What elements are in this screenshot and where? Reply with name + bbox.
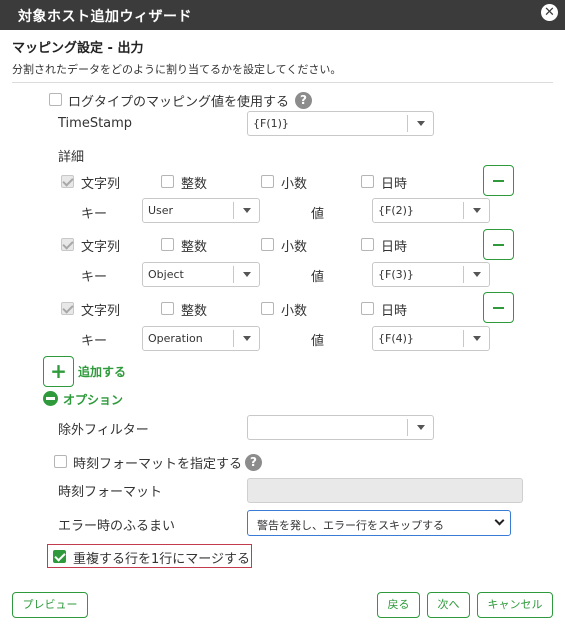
row2-decimal-label: 小数: [281, 240, 308, 255]
chevron-down-icon: [463, 202, 489, 219]
exclude-filter-select[interactable]: [247, 415, 434, 440]
row3-string-label: 文字列: [81, 304, 121, 319]
row1-value-label: 値: [311, 207, 325, 222]
row3-value-label: 値: [311, 334, 325, 349]
row2-remove-button[interactable]: [483, 229, 514, 260]
error-behavior-select[interactable]: 警告を発し、エラー行をスキップする: [247, 510, 511, 536]
row1-key-value: User: [148, 204, 174, 217]
row1-key-select[interactable]: User: [142, 198, 260, 223]
details-label: 詳細: [58, 150, 85, 165]
header-divider: [12, 82, 553, 83]
help-icon[interactable]: ?: [245, 454, 262, 471]
time-format-label: 時刻フォーマット: [58, 485, 163, 500]
row3-datetime-label: 日時: [381, 304, 408, 319]
row3-value-value: {F(4)}: [378, 332, 414, 345]
row2-key-value: Object: [148, 268, 184, 281]
time-format-toggle-label: 時刻フォーマットを指定する: [73, 457, 243, 472]
row1-integer-label: 整数: [181, 177, 208, 192]
row2-key-label: キー: [81, 270, 108, 285]
exclude-filter-label: 除外フィルター: [58, 423, 149, 438]
error-behavior-label: エラー時のふるまい: [58, 519, 176, 534]
options-toggle-label[interactable]: オプション: [63, 391, 123, 408]
row2-integer-label: 整数: [181, 240, 208, 255]
cancel-button[interactable]: キャンセル: [477, 592, 553, 618]
add-mapping-label[interactable]: 追加する: [78, 363, 126, 380]
row3-decimal-label: 小数: [281, 304, 308, 319]
row1-decimal-label: 小数: [281, 177, 308, 192]
collapse-options-icon[interactable]: [43, 391, 58, 406]
back-button[interactable]: 戻る: [377, 592, 420, 618]
merge-duplicates-checkbox[interactable]: [53, 550, 66, 563]
chevron-down-icon: [233, 330, 259, 347]
row1-remove-button[interactable]: [483, 165, 514, 196]
time-format-checkbox[interactable]: [54, 455, 67, 468]
wizard-title: 対象ホスト追加ウィザード: [18, 9, 192, 25]
row2-key-select[interactable]: Object: [142, 262, 260, 287]
chevron-down-icon: [407, 115, 433, 132]
row1-datetime-label: 日時: [381, 177, 408, 192]
merge-duplicates-label: 重複する行を1行にマージする: [73, 552, 251, 567]
next-button[interactable]: 次へ: [427, 592, 470, 618]
chevron-down-icon: [494, 515, 505, 526]
close-icon[interactable]: ✕: [541, 4, 558, 21]
row1-datetime-checkbox[interactable]: [361, 175, 374, 188]
error-behavior-value: 警告を発し、エラー行をスキップする: [257, 519, 444, 532]
page-description: 分割されたデータをどのように割り当てるかを設定してください。: [12, 63, 342, 76]
row1-key-label: キー: [81, 207, 108, 222]
chevron-down-icon: [233, 266, 259, 283]
timestamp-label: TimeStamp: [58, 116, 133, 131]
row2-value-label: 値: [311, 270, 325, 285]
row3-remove-button[interactable]: [483, 292, 514, 323]
chevron-down-icon: [463, 330, 489, 347]
row3-key-select[interactable]: Operation: [142, 326, 260, 351]
timestamp-select[interactable]: {F(1)}: [247, 111, 434, 136]
row2-value-select[interactable]: {F(3)}: [372, 262, 490, 287]
row2-value-value: {F(3)}: [378, 268, 414, 281]
wizard-titlebar: 対象ホスト追加ウィザード ✕: [0, 0, 565, 30]
row2-datetime-label: 日時: [381, 240, 408, 255]
preview-button[interactable]: プレビュー: [12, 592, 88, 618]
add-mapping-button[interactable]: +: [43, 356, 74, 387]
logtype-mapping-label: ログタイプのマッピング値を使用する: [68, 95, 290, 110]
row2-string-checkbox: [61, 238, 74, 251]
row3-integer-checkbox[interactable]: [161, 302, 174, 315]
page-title: マッピング設定 - 出力: [12, 41, 144, 56]
logtype-mapping-checkbox[interactable]: [49, 93, 62, 106]
row1-decimal-checkbox[interactable]: [261, 175, 274, 188]
row1-integer-checkbox[interactable]: [161, 175, 174, 188]
row1-string-checkbox: [61, 175, 74, 188]
row3-key-value: Operation: [148, 332, 203, 345]
row3-integer-label: 整数: [181, 304, 208, 319]
chevron-down-icon: [407, 419, 433, 436]
row2-string-label: 文字列: [81, 240, 121, 255]
row3-datetime-checkbox[interactable]: [361, 302, 374, 315]
time-format-input: [247, 478, 523, 503]
row3-value-select[interactable]: {F(4)}: [372, 326, 490, 351]
chevron-down-icon: [233, 202, 259, 219]
row2-decimal-checkbox[interactable]: [261, 238, 274, 251]
row1-value-select[interactable]: {F(2)}: [372, 198, 490, 223]
row3-key-label: キー: [81, 334, 108, 349]
help-icon[interactable]: ?: [295, 92, 312, 109]
row3-decimal-checkbox[interactable]: [261, 302, 274, 315]
row2-integer-checkbox[interactable]: [161, 238, 174, 251]
row2-datetime-checkbox[interactable]: [361, 238, 374, 251]
row1-string-label: 文字列: [81, 177, 121, 192]
chevron-down-icon: [463, 266, 489, 283]
row3-string-checkbox: [61, 302, 74, 315]
row1-value-value: {F(2)}: [378, 204, 414, 217]
timestamp-select-value: {F(1)}: [253, 117, 289, 130]
